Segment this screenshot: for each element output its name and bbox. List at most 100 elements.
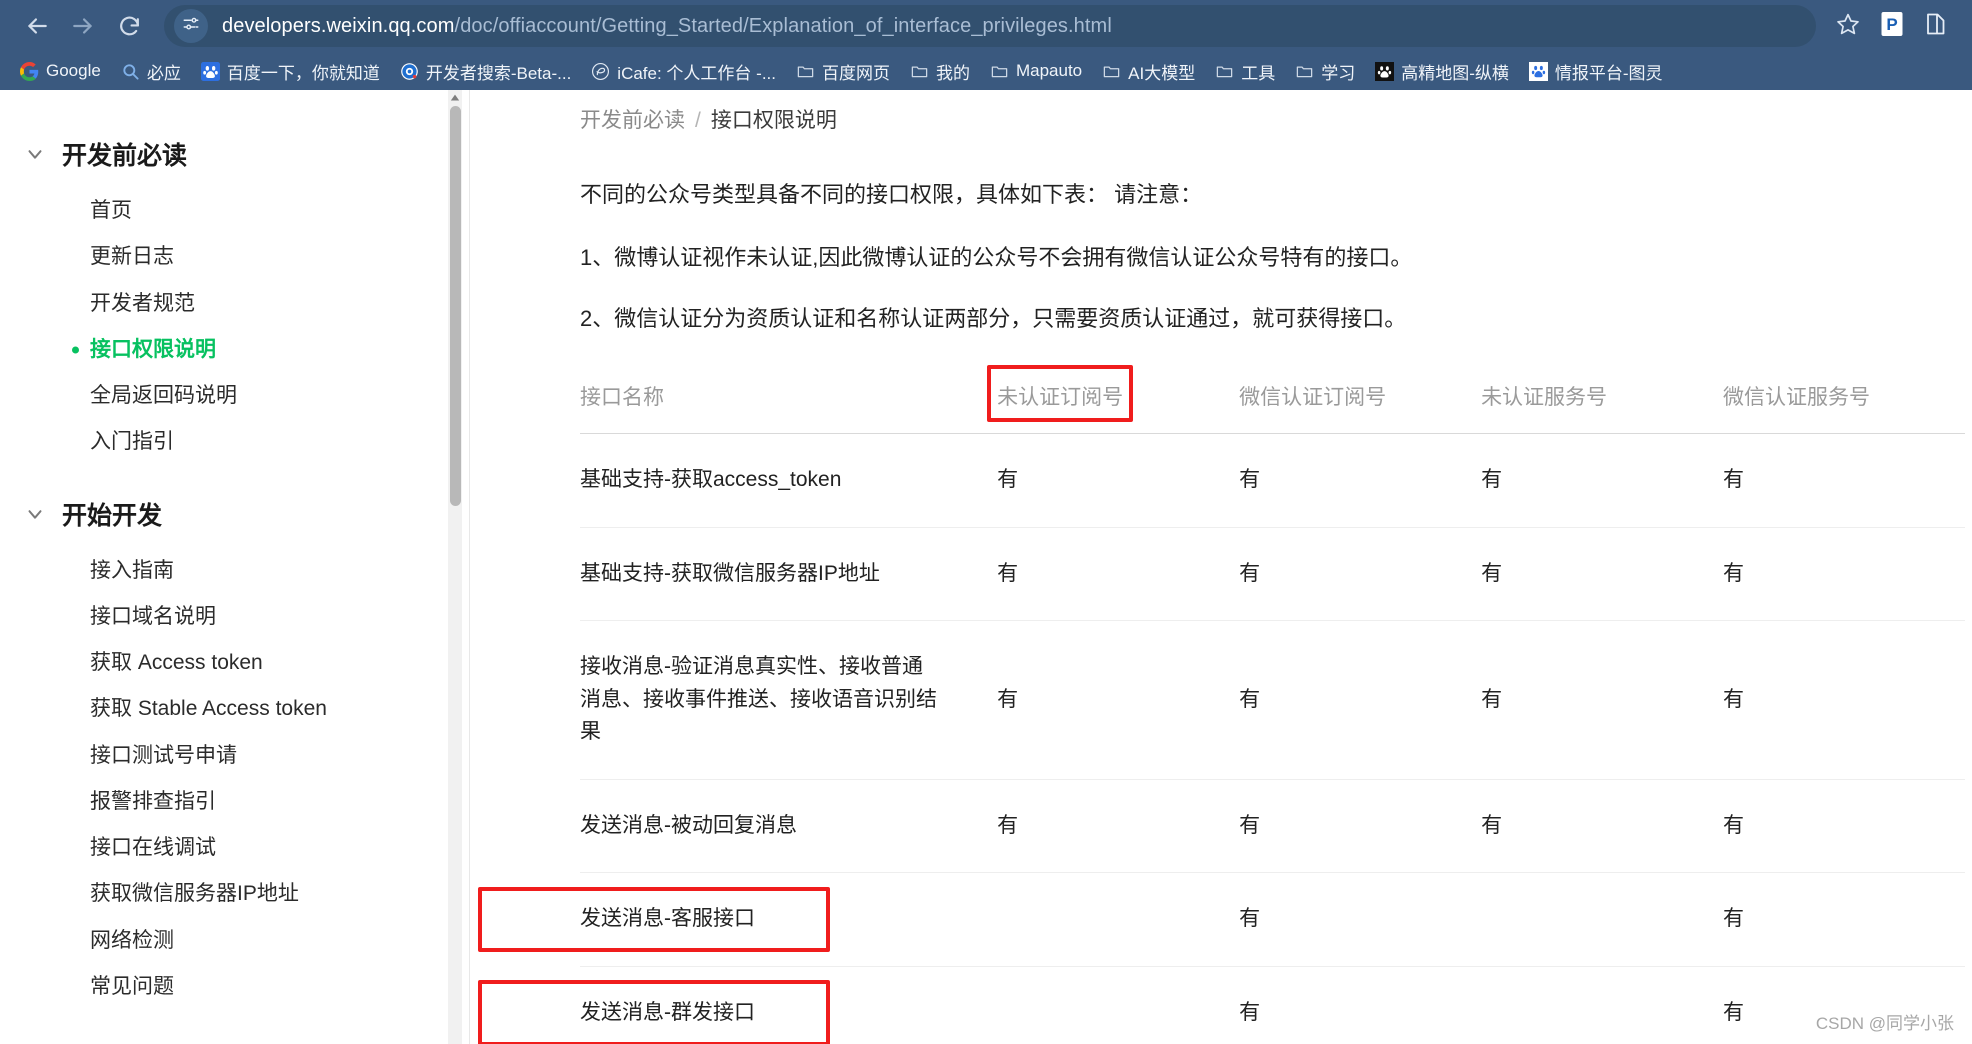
doc-content: 开发前必读 / 接口权限说明 不同的公众号类型具备不同的接口权限，具体如下表： 请注… — [470, 90, 1972, 1044]
bookmark-baidu[interactable]: 百度一下，你就知道 — [191, 56, 390, 87]
bookmark-intel-platform[interactable]: 情报平台-图灵 — [1519, 56, 1673, 87]
column-header-unverified-service: 未认证服务号 — [1481, 363, 1724, 434]
forward-arrow-icon — [70, 13, 96, 39]
sidebar-item-server-ip[interactable]: 获取微信服务器IP地址 — [0, 871, 470, 917]
scroll-up-arrow-icon[interactable] — [448, 90, 462, 106]
sidebar-item-label: 入门指引 — [90, 430, 174, 454]
breadcrumb-parent[interactable]: 开发前必读 — [580, 109, 685, 132]
sidebar-scrollbar-thumb[interactable] — [450, 106, 461, 506]
doc-sidebar: 开发前必读 首页 更新日志 开发者规范 接口权限说明 全局返回码说明 入门指引 … — [0, 90, 470, 1044]
sidebar-item-access-guide[interactable]: 接入指南 — [0, 548, 470, 594]
star-icon — [1836, 12, 1860, 41]
svg-text:P: P — [1886, 15, 1897, 34]
cell-unverified-subscription: 有 — [997, 527, 1240, 622]
sidebar-item-homepage[interactable]: 首页 — [0, 188, 470, 234]
bookmark-icafe[interactable]: iCafe: 个人工作台 -... — [581, 56, 786, 87]
cell-verified-service: 有 — [1723, 779, 1965, 874]
baidu-dark-icon — [1375, 61, 1395, 81]
bookmark-google[interactable]: Google — [10, 58, 111, 84]
sidebar-item-get-stable-access-token[interactable]: 获取 Stable Access token — [0, 686, 470, 732]
sidebar-item-label: 常见问题 — [90, 974, 174, 998]
cell-verified-subscription: 有 — [1239, 527, 1482, 622]
breadcrumb-separator: / — [695, 109, 701, 132]
site-info-button[interactable] — [174, 9, 208, 43]
sidebar-item-developer-spec[interactable]: 开发者规范 — [0, 281, 470, 327]
bookmarks-bar: Google 必应 百度一下，你就知道 开发者搜索-Beta-... iCafe… — [0, 52, 1972, 90]
cell-verified-subscription: 有 — [1239, 872, 1482, 967]
cell-verified-service: 有 — [1723, 433, 1965, 528]
split-view-button[interactable] — [1914, 4, 1958, 48]
site-settings-icon — [182, 15, 200, 38]
cell-unverified-subscription — [997, 966, 1240, 1044]
sidebar-item-label: 接口测试号申请 — [90, 743, 237, 767]
sidebar-item-network-check[interactable]: 网络检测 — [0, 918, 470, 964]
sidebar-item-alarm-troubleshoot[interactable]: 报警排查指引 — [0, 779, 470, 825]
bookmark-bing[interactable]: 必应 — [111, 56, 191, 87]
folder-icon — [797, 66, 814, 77]
sidebar-group-title-before-dev[interactable]: 开发前必读 — [0, 136, 470, 172]
cell-verified-service: 有 — [1723, 620, 1965, 780]
sidebar-item-label: 接口权限说明 — [90, 337, 216, 361]
bookmark-star-button[interactable] — [1826, 4, 1870, 48]
cell-unverified-service — [1481, 966, 1724, 1044]
row-interface-name: 发送消息-被动回复消息 — [580, 779, 998, 874]
sidebar-item-global-return-codes[interactable]: 全局返回码说明 — [0, 373, 470, 419]
cell-verified-subscription: 有 — [1239, 433, 1482, 528]
sidebar-group-title-start-dev[interactable]: 开始开发 — [0, 496, 470, 532]
sidebar-item-faq[interactable]: 常见问题 — [0, 964, 470, 1010]
reload-icon — [117, 14, 142, 39]
bookmark-label: AI大模型 — [1128, 63, 1196, 83]
note-paragraph-1: 1、微博认证视作未认证,因此微博认证的公众号不会拥有微信认证公众号特有的接口。 — [580, 245, 1413, 270]
extension-p-icon: P — [1880, 11, 1904, 42]
bookmark-hd-map[interactable]: 高精地图-纵横 — [1365, 56, 1519, 87]
row-interface-name: 发送消息-群发接口 — [580, 966, 998, 1044]
bookmark-folder-ai-models[interactable]: AI大模型 — [1092, 56, 1205, 87]
bookmark-folder-tools[interactable]: 工具 — [1205, 56, 1285, 87]
row-interface-name: 发送消息-客服接口 — [580, 872, 998, 967]
bookmark-label: 学习 — [1321, 63, 1356, 83]
note-paragraph-2: 2、微信认证分为资质认证和名称认证两部分，只需要资质认证通过，就可获得接口。 — [580, 306, 1407, 331]
sidebar-item-online-debug[interactable]: 接口在线调试 — [0, 825, 470, 871]
reload-button[interactable] — [106, 3, 152, 49]
sidebar-item-getting-started-guide[interactable]: 入门指引 — [0, 419, 470, 465]
sidebar-item-api-domain[interactable]: 接口域名说明 — [0, 594, 470, 640]
sidebar-item-get-access-token[interactable]: 获取 Access token — [0, 640, 470, 686]
address-bar[interactable]: developers.weixin.qq.com/doc/offiaccount… — [164, 5, 1816, 47]
bookmark-folder-mine[interactable]: 我的 — [900, 56, 980, 87]
bookmark-label: 工具 — [1241, 63, 1276, 83]
chevron-down-icon — [22, 141, 48, 167]
sidebar-item-changelog[interactable]: 更新日志 — [0, 234, 470, 280]
cell-unverified-subscription: 有 — [997, 620, 1240, 780]
back-button[interactable] — [14, 3, 60, 49]
bookmark-label: 高精地图-纵横 — [1401, 63, 1509, 83]
table-row: 发送消息-群发接口 有 有 — [580, 966, 1965, 1044]
sidebar-item-label: 获取 Access token — [90, 651, 263, 674]
sidebar-item-label: 更新日志 — [90, 245, 174, 269]
cell-verified-subscription: 有 — [1239, 779, 1482, 874]
folder-icon — [911, 66, 928, 77]
baidu-icon — [200, 61, 220, 81]
column-header-verified-subscription: 微信认证订阅号 — [1239, 363, 1482, 434]
bookmark-dev-search[interactable]: 开发者搜索-Beta-... — [390, 56, 581, 87]
sidebar-item-test-account[interactable]: 接口测试号申请 — [0, 733, 470, 779]
folder-icon — [1216, 66, 1233, 77]
forward-button[interactable] — [60, 3, 106, 49]
intro-paragraph: 不同的公众号类型具备不同的接口权限，具体如下表： 请注意： — [580, 182, 1203, 207]
url-text[interactable]: developers.weixin.qq.com/doc/offiaccount… — [222, 15, 1112, 38]
split-view-icon — [1924, 11, 1948, 42]
icafe-icon — [592, 62, 610, 80]
cell-unverified-subscription: 有 — [997, 433, 1240, 528]
column-header-unverified-subscription: 未认证订阅号 — [997, 363, 1240, 434]
google-icon — [20, 61, 39, 81]
folder-icon — [1296, 66, 1313, 77]
sidebar-item-interface-privileges[interactable]: 接口权限说明 — [0, 327, 470, 373]
bookmark-folder-baidu-web[interactable]: 百度网页 — [786, 56, 900, 87]
cell-unverified-service: 有 — [1481, 527, 1724, 622]
cell-unverified-service: 有 — [1481, 433, 1724, 528]
bookmark-folder-mapauto[interactable]: Mapauto — [980, 58, 1092, 84]
sidebar-item-label: 获取 Stable Access token — [90, 697, 327, 721]
extension-button[interactable]: P — [1870, 4, 1914, 48]
folder-icon — [991, 66, 1008, 77]
row-interface-name: 基础支持-获取access_token — [580, 433, 998, 528]
bookmark-folder-study[interactable]: 学习 — [1285, 56, 1365, 87]
